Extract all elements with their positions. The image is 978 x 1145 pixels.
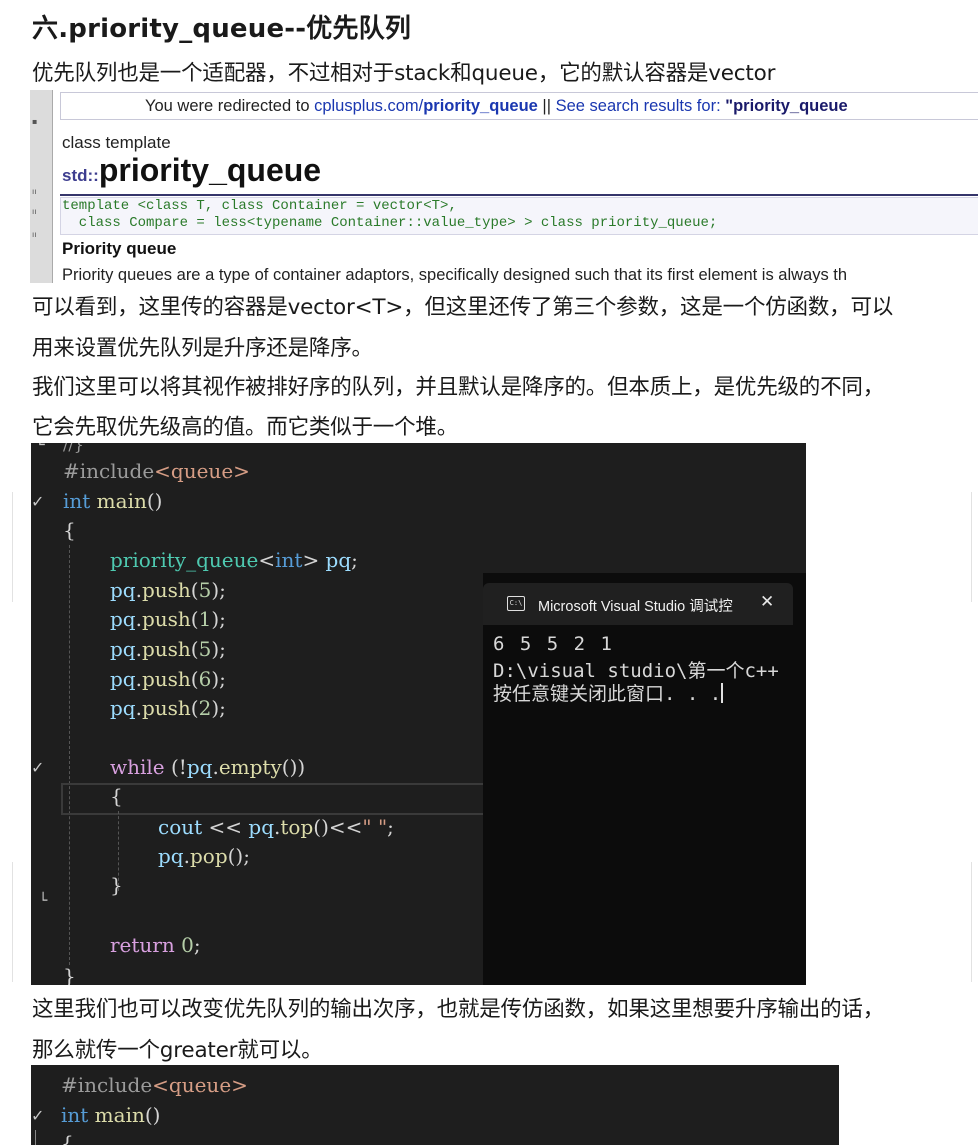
code-editor-2: #include<queue> ✓ int main() { — [31, 1065, 839, 1145]
code-push-line: pq.push(5); — [110, 637, 226, 661]
current-line-highlight — [61, 783, 525, 815]
console-title: Microsoft Visual Studio 调试控 — [538, 599, 733, 615]
code-open-brace: { — [63, 518, 76, 542]
indent-guide — [35, 1130, 36, 1145]
paragraph-2-line-1: 我们这里可以将其视作被排好序的队列，并且默认是降序的。但本质上，是优先级的不同， — [32, 375, 885, 400]
fold-end-icon: └ — [39, 893, 48, 909]
code-open-brace: { — [61, 1131, 74, 1145]
sidebar-marker-icon: ıı — [32, 207, 37, 216]
reference-screenshot: ▪ ıı ıı ıı You were redirected to cplusp… — [30, 90, 978, 283]
redirect-notice: You were redirected to cplusplus.com/pri… — [60, 92, 978, 120]
paragraph-3-line-2: 那么就传一个greater就可以。 — [32, 1038, 323, 1063]
paragraph-2-line-2: 它会先取优先级高的值。而它类似于一个堆。 — [32, 415, 459, 440]
code-pop: pq.pop(); — [158, 844, 250, 868]
code-cout: cout << pq.top()<<" "; — [158, 815, 394, 839]
redirect-link[interactable]: cplusplus.com/priority_queue — [314, 97, 538, 115]
fold-end-icon: └ — [35, 443, 45, 454]
debug-console-window: C:\ Microsoft Visual Studio 调试控 ✕ 6 5 5 … — [483, 573, 806, 985]
close-icon[interactable]: ✕ — [760, 592, 774, 612]
title-divider — [60, 194, 978, 196]
code-push-line: pq.push(2); — [110, 696, 226, 720]
sidebar-marker-icon: ▪ — [32, 117, 38, 126]
edge-line — [971, 862, 972, 982]
code-pq-decl: priority_queue<int> pq; — [110, 548, 358, 572]
paragraph-1-line-1: 可以看到，这里传的容器是vector<T>，但这里还传了第三个参数，这是一个仿函… — [32, 295, 894, 320]
text-cursor — [721, 683, 724, 703]
sidebar-marker-icon: ıı — [32, 230, 37, 239]
fold-chevron-icon[interactable]: ✓ — [31, 492, 44, 511]
sidebar-marker-icon: ıı — [32, 187, 37, 196]
fold-chevron-icon[interactable]: ✓ — [31, 1106, 44, 1125]
code-push-line: pq.push(1); — [110, 607, 226, 631]
console-output: 6 5 5 2 1 — [493, 633, 614, 655]
code-push-line: pq.push(5); — [110, 578, 226, 602]
edge-line — [12, 862, 13, 982]
paragraph-1-line-2: 用来设置优先队列是升序还是降序。 — [32, 336, 373, 361]
indent-guide — [69, 545, 70, 965]
class-description: Priority queues are a type of container … — [62, 266, 848, 283]
code-while: while (!pq.empty()) — [110, 755, 306, 779]
code-comment: //} — [63, 443, 84, 454]
code-return: return 0; — [110, 933, 201, 957]
intro-paragraph: 优先队列也是一个适配器，不过相对于stack和queue，它的默认容器是vect… — [32, 61, 776, 86]
class-kind-label: class template — [62, 133, 171, 152]
search-results-link[interactable]: See search results for: "priority_queue — [556, 97, 848, 115]
code-include: #include<queue> — [63, 459, 250, 483]
section-heading: 六.priority_queue--优先队列 — [32, 14, 412, 44]
edge-line — [971, 492, 972, 602]
template-declaration: template <class T, class Container = vec… — [60, 197, 978, 235]
class-title: std::priority_queue — [62, 152, 322, 188]
fold-chevron-icon[interactable]: ✓ — [31, 758, 44, 777]
code-main-signature: int main() — [63, 489, 163, 513]
console-prompt: 按任意键关闭此窗口. . . — [493, 683, 724, 705]
code-inner-open-brace: { — [110, 784, 123, 808]
code-push-line: pq.push(6); — [110, 667, 226, 691]
code-inner-close-brace: } — [110, 873, 123, 897]
reference-sidebar: ▪ ıı ıı ıı — [30, 90, 53, 283]
class-subheading: Priority queue — [62, 239, 177, 258]
edge-line — [12, 492, 13, 602]
paragraph-3-line-1: 这里我们也可以改变优先队列的输出次序，也就是传仿函数，如果这里想要升序输出的话， — [32, 997, 885, 1022]
code-close-brace: } — [63, 964, 76, 985]
console-app-icon: C:\ — [507, 596, 525, 611]
code-include: #include<queue> — [61, 1073, 248, 1097]
code-main-signature: int main() — [61, 1103, 161, 1127]
